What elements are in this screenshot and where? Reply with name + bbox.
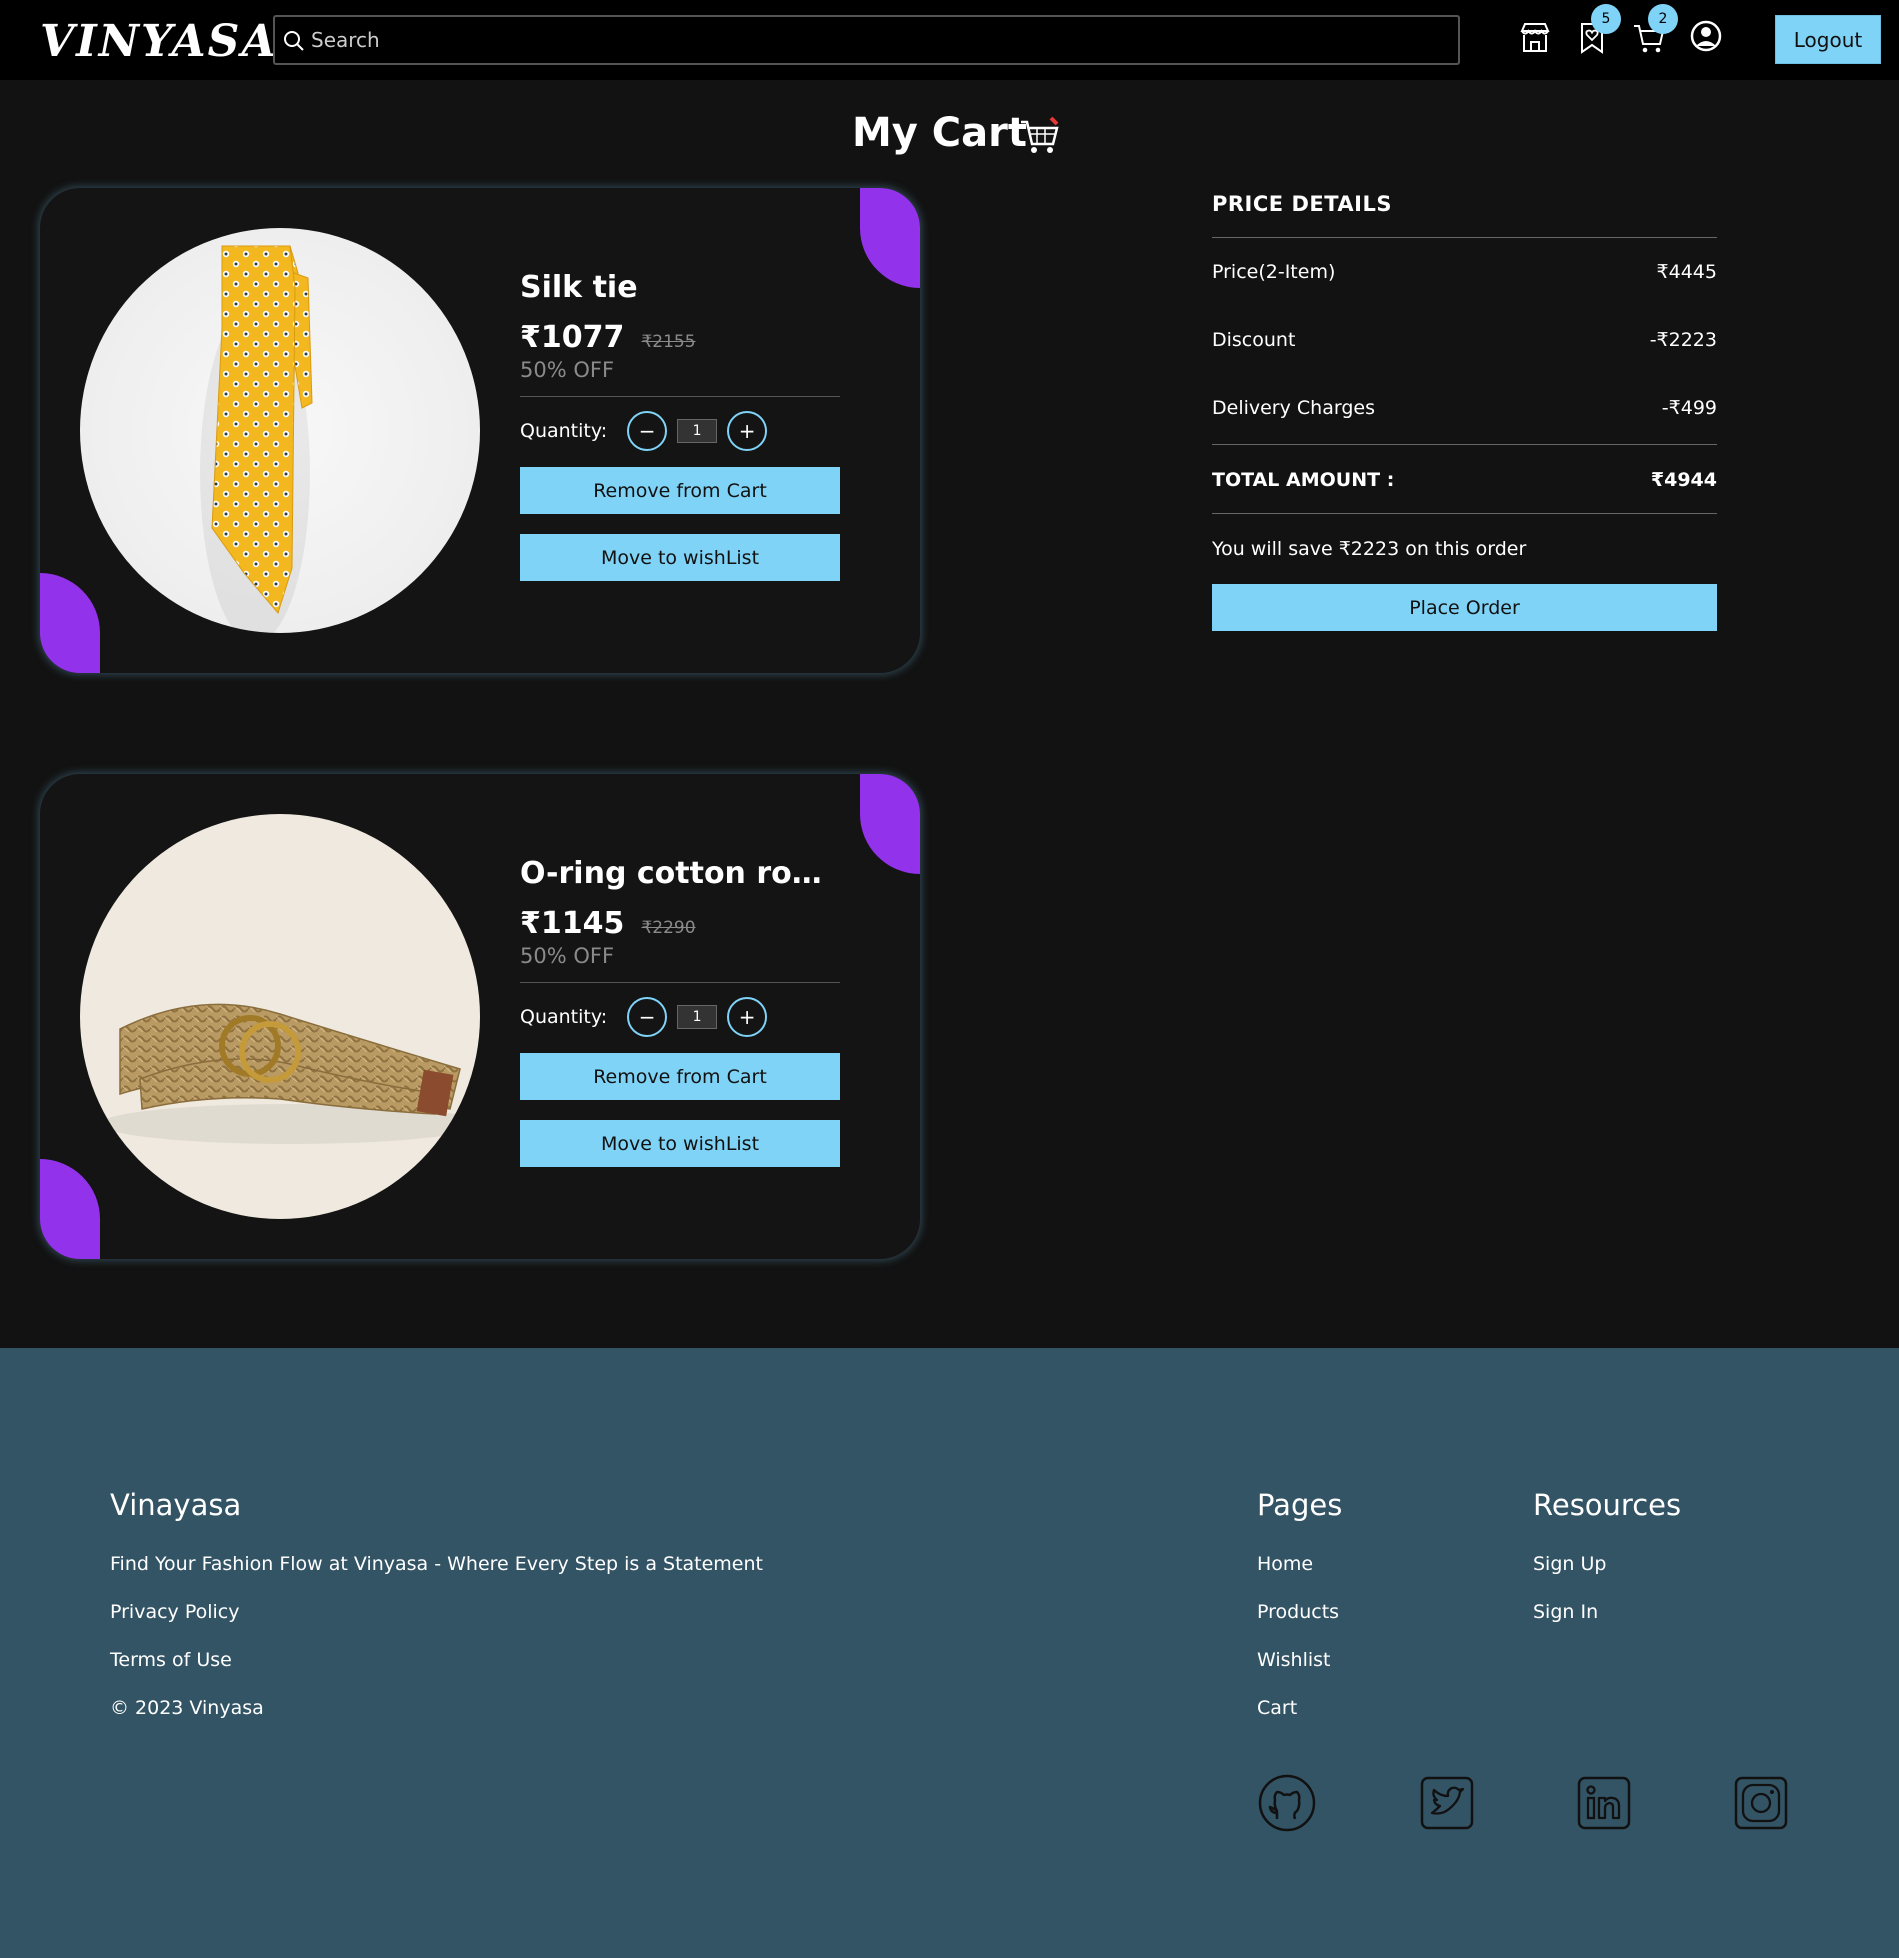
footer-brand-column: Vinayasa Find Your Fashion Flow at Vinya… bbox=[110, 1488, 763, 1732]
product-name[interactable]: O-ring cotton rope belt bbox=[520, 854, 840, 894]
product-image-rope-belt[interactable] bbox=[80, 814, 480, 1219]
quantity-label: Quantity: bbox=[520, 420, 608, 442]
instagram-icon[interactable] bbox=[1731, 1773, 1791, 1833]
brand-logo[interactable]: VINYASA bbox=[40, 16, 278, 67]
price-row: Price(2-Item) ₹4445 bbox=[1212, 238, 1717, 306]
page-title: My Cart bbox=[852, 110, 1027, 156]
quantity-input[interactable] bbox=[677, 419, 718, 443]
decrease-quantity-button[interactable]: − bbox=[627, 997, 668, 1037]
footer-pages-column: Pages Home Products Wishlist Cart bbox=[1257, 1488, 1342, 1732]
quantity-label: Quantity: bbox=[520, 1006, 608, 1028]
cart-item-details: O-ring cotton rope belt ₹1145 ₹2290 50% … bbox=[520, 854, 840, 1167]
divider bbox=[520, 982, 840, 983]
footer: Vinayasa Find Your Fashion Flow at Vinya… bbox=[0, 1348, 1899, 1958]
footer-link-signup[interactable]: Sign Up bbox=[1533, 1540, 1681, 1588]
card-corner-decoration bbox=[40, 1159, 100, 1259]
price-details-title: PRICE DETAILS bbox=[1212, 190, 1717, 238]
search-input[interactable] bbox=[311, 25, 1441, 55]
move-to-wishlist-button[interactable]: Move to wishList bbox=[520, 534, 840, 581]
delivery-label: Delivery Charges bbox=[1212, 397, 1375, 419]
place-order-button[interactable]: Place Order bbox=[1212, 584, 1717, 631]
delivery-row: Delivery Charges -₹499 bbox=[1212, 374, 1717, 442]
footer-tagline: Find Your Fashion Flow at Vinyasa - Wher… bbox=[110, 1553, 763, 1575]
footer-link-cart[interactable]: Cart bbox=[1257, 1684, 1342, 1732]
total-row: TOTAL AMOUNT : ₹4944 bbox=[1212, 444, 1717, 514]
cart-item-card: O-ring cotton rope belt ₹1145 ₹2290 50% … bbox=[40, 774, 920, 1259]
increase-quantity-button[interactable]: + bbox=[727, 997, 768, 1037]
footer-resources-heading: Resources bbox=[1533, 1488, 1682, 1522]
footer-pages-heading: Pages bbox=[1257, 1488, 1343, 1522]
product-image-silk-tie[interactable] bbox=[80, 228, 480, 633]
terms-of-use-link[interactable]: Terms of Use bbox=[110, 1636, 763, 1684]
twitter-icon[interactable] bbox=[1417, 1773, 1477, 1833]
footer-link-products[interactable]: Products bbox=[1257, 1588, 1342, 1636]
card-corner-decoration bbox=[860, 774, 920, 874]
savings-text: You will save ₹2223 on this order bbox=[1212, 538, 1527, 560]
card-corner-decoration bbox=[860, 188, 920, 288]
price-row: ₹1077 ₹2155 bbox=[520, 320, 840, 356]
cart-item-details: Silk tie ₹1077 ₹2155 50% OFF Quantity: −… bbox=[520, 268, 840, 581]
delivery-value: -₹499 bbox=[1661, 397, 1717, 419]
divider bbox=[520, 396, 840, 397]
price-label: Price(2-Item) bbox=[1212, 261, 1336, 283]
product-price: ₹1145 bbox=[520, 906, 625, 941]
discount-label: 50% OFF bbox=[520, 944, 615, 968]
remove-from-cart-button[interactable]: Remove from Cart bbox=[520, 1053, 840, 1100]
footer-resources-column: Resources Sign Up Sign In bbox=[1533, 1488, 1681, 1636]
product-name[interactable]: Silk tie bbox=[520, 268, 840, 308]
shopping-cart-icon bbox=[1021, 116, 1059, 153]
increase-quantity-button[interactable]: + bbox=[727, 411, 768, 451]
copyright-text: © 2023 Vinyasa bbox=[110, 1697, 264, 1719]
move-to-wishlist-button[interactable]: Move to wishList bbox=[520, 1120, 840, 1167]
footer-link-wishlist[interactable]: Wishlist bbox=[1257, 1636, 1342, 1684]
logout-button[interactable]: Logout bbox=[1775, 15, 1881, 64]
discount-label: Discount bbox=[1212, 329, 1296, 351]
quantity-input[interactable] bbox=[677, 1005, 718, 1029]
product-price: ₹1077 bbox=[520, 320, 625, 355]
decrease-quantity-button[interactable]: − bbox=[627, 411, 668, 451]
footer-link-signin[interactable]: Sign In bbox=[1533, 1588, 1681, 1636]
quantity-control: Quantity: − + bbox=[520, 997, 840, 1037]
wishlist-count-badge: 5 bbox=[1591, 4, 1621, 34]
original-price: ₹2155 bbox=[641, 332, 696, 352]
footer-link-home[interactable]: Home bbox=[1257, 1540, 1342, 1588]
cart-count-badge: 2 bbox=[1648, 4, 1678, 34]
github-icon[interactable] bbox=[1257, 1773, 1317, 1833]
card-corner-decoration bbox=[40, 573, 100, 673]
privacy-policy-link[interactable]: Privacy Policy bbox=[110, 1588, 763, 1636]
cart-item-card: Silk tie ₹1077 ₹2155 50% OFF Quantity: −… bbox=[40, 188, 920, 673]
search-icon bbox=[284, 31, 304, 51]
discount-label: 50% OFF bbox=[520, 358, 615, 382]
linkedin-icon[interactable] bbox=[1574, 1773, 1634, 1833]
quantity-control: Quantity: − + bbox=[520, 411, 840, 451]
original-price: ₹2290 bbox=[641, 918, 696, 938]
price-row: ₹1145 ₹2290 bbox=[520, 906, 840, 942]
store-icon[interactable] bbox=[1517, 20, 1553, 56]
user-account-icon[interactable] bbox=[1688, 18, 1724, 54]
search-bar[interactable] bbox=[273, 15, 1460, 65]
total-label: TOTAL AMOUNT : bbox=[1212, 469, 1395, 491]
discount-value: -₹2223 bbox=[1649, 329, 1717, 351]
remove-from-cart-button[interactable]: Remove from Cart bbox=[520, 467, 840, 514]
total-value: ₹4944 bbox=[1650, 469, 1717, 491]
top-navbar: VINYASA 5 2 Logout bbox=[0, 0, 1899, 80]
discount-row: Discount -₹2223 bbox=[1212, 306, 1717, 374]
price-details-panel: PRICE DETAILS Price(2-Item) ₹4445 Discou… bbox=[1212, 190, 1717, 631]
price-value: ₹4445 bbox=[1656, 261, 1717, 283]
footer-brand-name: Vinayasa bbox=[110, 1488, 242, 1522]
